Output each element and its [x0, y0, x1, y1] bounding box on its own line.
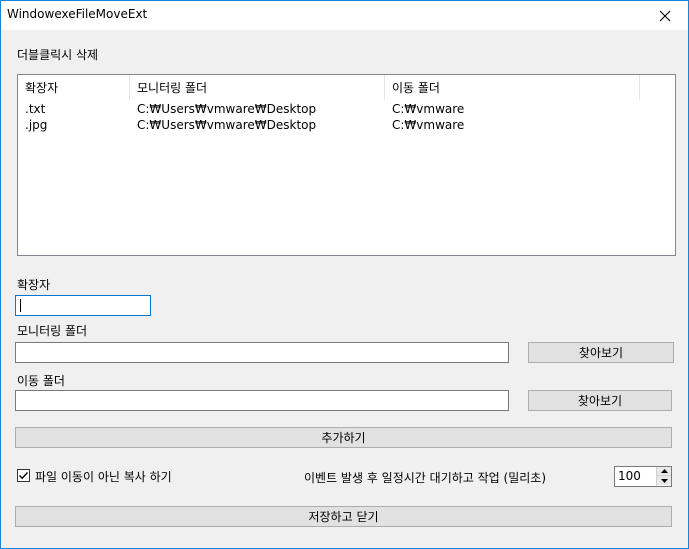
copy-checkbox[interactable]	[17, 469, 30, 482]
close-button[interactable]	[642, 1, 688, 30]
app-window: WindowexeFileMoveExt 더블클릭시 삭제 확장자 모니터링 폴…	[0, 0, 689, 549]
row-monitor-folder: C:₩Users₩vmware₩Desktop	[137, 118, 317, 132]
row-ext: .txt	[25, 102, 46, 116]
spinner-down-button[interactable]	[657, 476, 671, 485]
delay-value[interactable]: 100	[618, 469, 641, 483]
chevron-up-icon	[660, 469, 668, 473]
ext-input[interactable]	[15, 295, 151, 316]
column-header-ext[interactable]: 확장자	[18, 75, 130, 100]
row-monitor-folder: C:₩Users₩vmware₩Desktop	[137, 102, 317, 116]
monitor-browse-button[interactable]: 찾아보기	[528, 342, 674, 363]
row-dest-folder: C:₩vmware	[392, 102, 465, 116]
dest-folder-input[interactable]	[15, 390, 509, 411]
list-header: 확장자 모니터링 폴더 이동 폴더	[18, 75, 675, 100]
delay-label: 이벤트 발생 후 일정시간 대기하고 작업 (밀리초)	[304, 471, 547, 485]
column-header-monitor[interactable]: 모니터링 폴더	[130, 75, 385, 100]
list-row[interactable]: .txt C:₩Users₩vmware₩Desktop C:₩vmware	[18, 101, 675, 117]
monitor-folder-input[interactable]	[15, 342, 509, 363]
delay-spinner[interactable]: 100	[614, 466, 672, 487]
ext-label: 확장자	[17, 278, 51, 292]
add-button[interactable]: 추가하기	[15, 427, 672, 448]
monitor-folder-label: 모니터링 폴더	[17, 324, 88, 338]
hint-label: 더블클릭시 삭제	[17, 48, 99, 62]
save-close-button[interactable]: 저장하고 닫기	[15, 506, 672, 527]
dest-folder-label: 이동 폴더	[17, 374, 65, 388]
chevron-down-icon	[660, 478, 668, 483]
dest-browse-button[interactable]: 찾아보기	[528, 390, 672, 411]
list-row[interactable]: .jpg C:₩Users₩vmware₩Desktop C:₩vmware	[18, 117, 675, 133]
window-title: WindowexeFileMoveExt	[7, 7, 148, 21]
mapping-list[interactable]: 확장자 모니터링 폴더 이동 폴더 .txt C:₩Users₩vmware₩D…	[17, 74, 676, 256]
row-ext: .jpg	[25, 118, 48, 132]
spinner-buttons	[656, 467, 671, 486]
checkmark-icon	[19, 472, 29, 480]
title-bar[interactable]: WindowexeFileMoveExt	[1, 1, 688, 30]
close-icon	[659, 10, 671, 21]
spinner-up-button[interactable]	[657, 467, 671, 476]
copy-checkbox-label[interactable]: 파일 이동이 아닌 복사 하기	[35, 468, 172, 485]
column-header-dest[interactable]: 이동 폴더	[385, 75, 640, 100]
text-caret	[20, 299, 21, 312]
row-dest-folder: C:₩vmware	[392, 118, 465, 132]
